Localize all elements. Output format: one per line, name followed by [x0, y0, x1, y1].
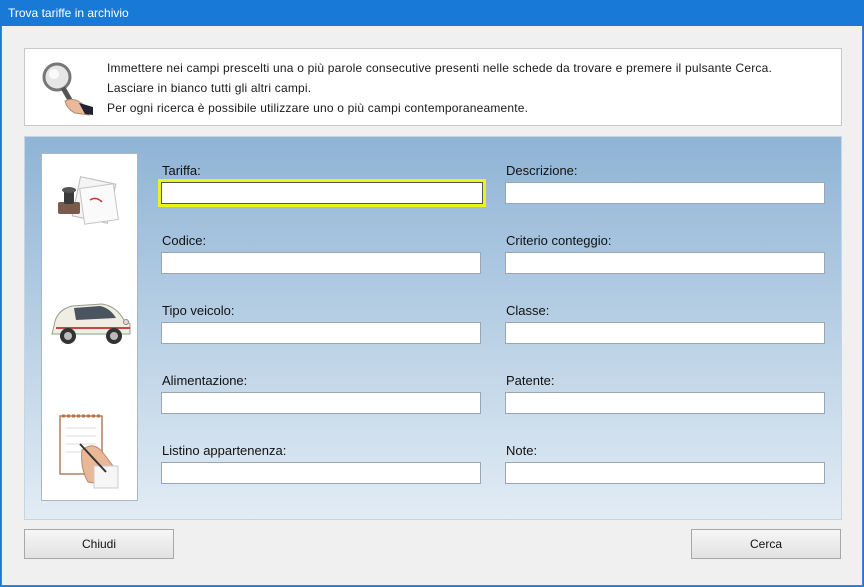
codice-input[interactable] [161, 252, 481, 274]
tariffa-input[interactable] [158, 179, 486, 207]
dialog-window: Trova tariffe in archivio Immettere nei … [0, 0, 864, 587]
patente-input[interactable] [505, 392, 825, 414]
search-button[interactable]: Cerca [691, 529, 841, 559]
tipo-veicolo-label: Tipo veicolo: [162, 303, 235, 318]
patente-label: Patente: [506, 373, 555, 388]
classe-input[interactable] [505, 322, 825, 344]
note-label: Note: [506, 443, 538, 458]
search-fields-panel: Tariffa: Codice: Tipo veicolo: Alimentaz… [24, 136, 842, 520]
instruction-line-2: Lasciare in bianco tutti gli altri campi… [107, 81, 312, 95]
dialog-client-area: Immettere nei campi prescelti una o più … [1, 26, 863, 586]
classe-label: Classe: [506, 303, 550, 318]
tariffa-label: Tariffa: [162, 163, 201, 178]
listino-input[interactable] [161, 462, 481, 484]
instruction-line-3: Per ogni ricerca è possibile utilizzare … [107, 101, 529, 115]
window-title: Trova tariffe in archivio [8, 6, 129, 20]
descrizione-label: Descrizione: [506, 163, 578, 178]
listino-label: Listino appartenenza: [162, 443, 287, 458]
instruction-line-1: Immettere nei campi prescelti una o più … [107, 61, 773, 75]
instructions-box: Immettere nei campi prescelti una o più … [24, 48, 842, 126]
car-icon [51, 303, 131, 344]
descrizione-input[interactable] [505, 182, 825, 204]
title-bar[interactable]: Trova tariffe in archivio [0, 0, 864, 26]
tipo-veicolo-input[interactable] [161, 322, 481, 344]
alimentazione-input[interactable] [161, 392, 481, 414]
note-input[interactable] [505, 462, 825, 484]
criterio-conteggio-input[interactable] [505, 252, 825, 274]
stamp-documents-icon [58, 176, 119, 225]
magnifier-hand-icon [42, 62, 93, 116]
illustration-column [41, 153, 138, 501]
criterio-conteggio-label: Criterio conteggio: [506, 233, 612, 248]
writing-notepad-icon [59, 414, 119, 489]
close-button[interactable]: Chiudi [24, 529, 174, 559]
codice-label: Codice: [162, 233, 207, 248]
alimentazione-label: Alimentazione: [162, 373, 248, 388]
